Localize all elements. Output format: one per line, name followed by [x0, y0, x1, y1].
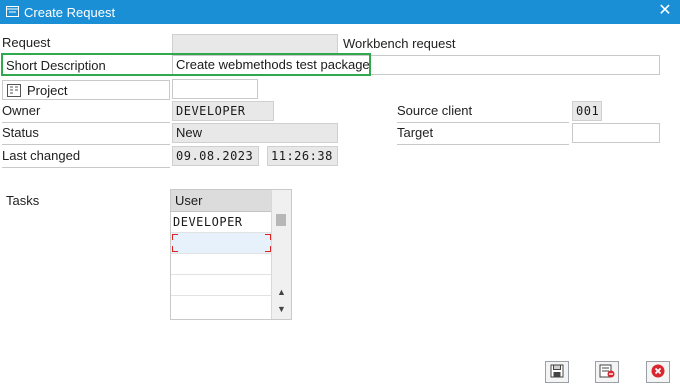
window-icon [6, 6, 20, 18]
last-changed-label: Last changed [2, 148, 170, 168]
target-label: Target [397, 125, 569, 145]
status-label: Status [2, 125, 170, 145]
table-row[interactable] [171, 254, 272, 275]
table-row[interactable] [171, 275, 272, 296]
save-icon [550, 364, 564, 381]
project-icon [7, 83, 21, 97]
delete-icon [599, 364, 615, 381]
short-desc-label: Short Description [6, 58, 106, 73]
last-changed-date: 09.08.2023 [172, 146, 259, 166]
target-input[interactable] [572, 123, 660, 143]
owner-label: Owner [2, 103, 170, 123]
window-title: Create Request [24, 4, 116, 20]
project-label: Project [27, 82, 68, 98]
scroll-thumb[interactable] [276, 214, 286, 226]
status-field: New [172, 123, 338, 143]
request-type: Workbench request [343, 36, 456, 51]
chevron-down-icon[interactable]: ▼ [276, 304, 287, 314]
cancel-button[interactable] [646, 361, 670, 383]
cancel-icon [651, 364, 665, 381]
source-client-field: 001 [572, 101, 602, 121]
request-label: Request [2, 35, 170, 55]
table-scrollbar[interactable]: ▲ ▼ [271, 190, 291, 319]
chevron-up-icon[interactable]: ▲ [276, 287, 287, 297]
project-input[interactable] [172, 79, 258, 99]
source-client-label: Source client [397, 103, 569, 123]
user-column-header[interactable]: User [171, 190, 272, 212]
tasks-table: User DEVELOPER ▲ ▼ [170, 189, 292, 320]
tasks-label: Tasks [6, 193, 40, 208]
table-row[interactable]: DEVELOPER [171, 212, 272, 233]
request-field [172, 34, 338, 54]
delete-button[interactable] [595, 361, 619, 383]
last-changed-time: 11:26:38 [267, 146, 338, 166]
owner-field: DEVELOPER [172, 101, 274, 121]
table-row[interactable] [171, 296, 272, 319]
save-button[interactable] [545, 361, 569, 383]
short-desc-input[interactable]: Create webmethods test package [172, 55, 660, 75]
table-row-selected[interactable] [171, 233, 272, 254]
project-button[interactable]: Project [2, 80, 170, 100]
close-icon[interactable]: ✕ [656, 2, 674, 20]
title-bar: Create Request ✕ [0, 0, 680, 24]
